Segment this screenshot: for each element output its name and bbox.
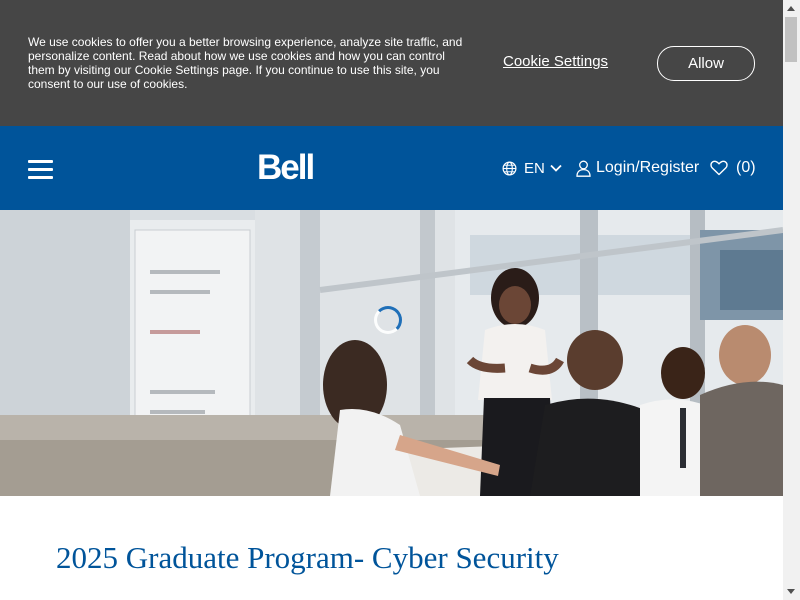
- vertical-scrollbar[interactable]: [783, 0, 800, 600]
- allow-cookies-button[interactable]: Allow: [657, 46, 755, 81]
- scroll-down-arrow-icon[interactable]: [787, 589, 795, 594]
- saved-jobs-link[interactable]: (0): [710, 157, 756, 179]
- cookie-settings-link[interactable]: Cookie Settings: [503, 53, 608, 70]
- user-icon: [576, 160, 591, 177]
- page: We use cookies to offer you a better bro…: [0, 0, 800, 600]
- login-register-link[interactable]: Login/Register: [576, 157, 699, 179]
- bell-logo[interactable]: Bell: [257, 150, 315, 186]
- saved-jobs-count: (0): [736, 159, 756, 176]
- chevron-down-icon: [550, 164, 562, 172]
- language-selector[interactable]: EN: [502, 157, 562, 179]
- language-label: EN: [524, 159, 545, 177]
- scroll-up-arrow-icon[interactable]: [787, 6, 795, 11]
- heart-icon: [710, 160, 728, 176]
- site-header: Bell EN Login/Register (0): [0, 126, 783, 210]
- login-register-label: Login/Register: [596, 159, 700, 176]
- meeting-photo: [0, 210, 783, 496]
- menu-icon[interactable]: [28, 160, 53, 179]
- scroll-thumb[interactable]: [785, 17, 797, 62]
- page-title: 2025 Graduate Program- Cyber Security: [56, 540, 559, 575]
- globe-icon: [502, 161, 517, 176]
- cookie-banner: We use cookies to offer you a better bro…: [0, 0, 783, 126]
- cookie-message: We use cookies to offer you a better bro…: [28, 35, 463, 91]
- loading-spinner-icon: [374, 306, 402, 334]
- page-content: We use cookies to offer you a better bro…: [0, 0, 783, 600]
- hero-image: [0, 210, 783, 496]
